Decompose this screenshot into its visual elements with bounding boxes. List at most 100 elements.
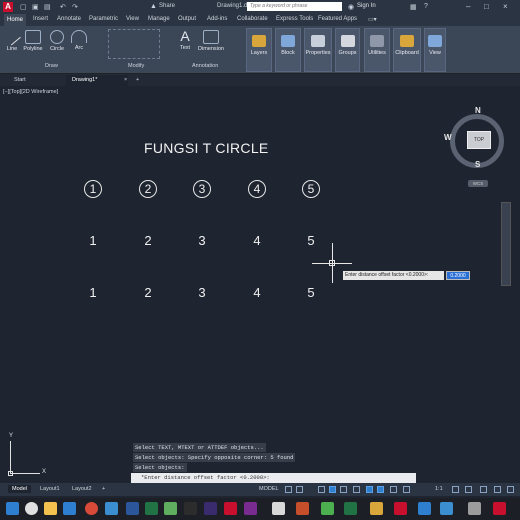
circled-number[interactable]: 1	[84, 180, 102, 198]
annotation-scale[interactable]: 1:1	[431, 485, 447, 493]
layers-button[interactable]: Layers	[246, 28, 272, 72]
arc-tool[interactable]: Arc	[70, 30, 88, 51]
compass-west-label[interactable]: W	[444, 133, 452, 142]
onenote-icon[interactable]	[244, 502, 257, 515]
excel-icon[interactable]	[344, 502, 357, 515]
app-icon[interactable]	[440, 502, 453, 515]
sign-in-button[interactable]: Sign In	[357, 3, 376, 9]
number-text[interactable]: 3	[193, 233, 211, 248]
compass-north-label[interactable]: N	[475, 106, 481, 115]
view-button[interactable]: View	[424, 28, 446, 72]
viewcube-top-face[interactable]: TOP	[467, 131, 491, 149]
snap-icon[interactable]	[296, 486, 303, 493]
file-tab-start[interactable]: Start	[8, 75, 32, 86]
minimize-icon[interactable]: –	[466, 2, 470, 11]
number-text[interactable]: 4	[248, 233, 266, 248]
app-icon[interactable]	[493, 502, 506, 515]
model-space-button[interactable]: MODEL	[255, 485, 283, 493]
number-text[interactable]: 2	[139, 285, 157, 300]
premiere-icon[interactable]	[204, 502, 217, 515]
modify-panel-label[interactable]: Modify	[128, 63, 144, 69]
text-tool[interactable]: A Text	[176, 29, 194, 51]
drawing-title-text[interactable]: FUNGSI T CIRCLE	[144, 140, 269, 156]
tab-add-ins[interactable]: Add-ins	[207, 16, 227, 22]
wcs-menu[interactable]: WCS	[468, 180, 488, 187]
dimension-tool[interactable]: Dimension	[196, 30, 226, 52]
app-logo-icon[interactable]: A	[3, 2, 13, 12]
tab-collaborate[interactable]: Collaborate	[237, 16, 268, 22]
quick-access-new-icon[interactable]: ▢	[20, 3, 27, 11]
annotation-monitor-icon[interactable]	[465, 486, 472, 493]
chrome-icon[interactable]	[85, 502, 98, 515]
share-icon[interactable]: ▲	[150, 3, 157, 10]
number-text[interactable]: 4	[248, 285, 266, 300]
tab-home[interactable]: Home	[4, 14, 27, 26]
file-explorer-icon[interactable]	[44, 502, 57, 515]
excel-icon[interactable]	[145, 502, 158, 515]
share-button[interactable]: Share	[159, 3, 175, 9]
search-input[interactable]: Type a keyword or phrase	[247, 2, 342, 11]
lineweight-icon[interactable]	[377, 486, 384, 493]
utilities-button[interactable]: Utilities	[364, 28, 390, 72]
app-icon[interactable]	[370, 502, 383, 515]
number-text[interactable]: 3	[193, 285, 211, 300]
circled-number[interactable]: 3	[193, 180, 211, 198]
quick-access-undo-icon[interactable]: ↶	[60, 3, 66, 11]
number-text[interactable]: 5	[302, 285, 320, 300]
circled-number[interactable]: 4	[248, 180, 266, 198]
app-icon[interactable]	[272, 502, 285, 515]
number-text[interactable]: 5	[302, 233, 320, 248]
help-icon[interactable]: ?	[424, 3, 428, 10]
compass-south-label[interactable]: S	[475, 160, 480, 169]
tab-output[interactable]: Output	[178, 16, 196, 22]
draw-panel-label[interactable]: Draw	[45, 63, 58, 69]
navigation-bar[interactable]	[501, 202, 511, 286]
quick-access-save-icon[interactable]: ▤	[44, 3, 51, 11]
edge-icon[interactable]	[63, 502, 76, 515]
workspace-gear-icon[interactable]	[452, 486, 459, 493]
store-icon[interactable]	[105, 502, 118, 515]
layout-tab-layout2[interactable]: Layout2	[68, 485, 96, 493]
tab-manage[interactable]: Manage	[148, 16, 170, 22]
osnap-icon[interactable]	[366, 486, 373, 493]
block-button[interactable]: Block	[275, 28, 301, 72]
search-icon[interactable]	[25, 502, 38, 515]
terminal-icon[interactable]	[184, 502, 197, 515]
maximize-icon[interactable]: □	[484, 2, 489, 11]
line-tool[interactable]: Line	[3, 27, 21, 52]
transparency-icon[interactable]	[390, 486, 397, 493]
modify-tools-icon[interactable]	[108, 29, 160, 59]
properties-button[interactable]: Properties	[304, 28, 332, 72]
isolate-objects-icon[interactable]	[480, 486, 487, 493]
powerpoint-icon[interactable]	[296, 502, 309, 515]
clean-screen-icon[interactable]	[494, 486, 501, 493]
ortho-icon[interactable]	[318, 486, 325, 493]
circled-number[interactable]: 5	[302, 180, 320, 198]
autocad-taskbar-icon[interactable]	[224, 502, 237, 515]
tab-insert[interactable]: Insert	[33, 16, 48, 22]
add-layout-icon[interactable]: +	[98, 485, 109, 493]
tab-annotate[interactable]: Annotate	[57, 16, 81, 22]
customization-menu-icon[interactable]	[507, 486, 514, 493]
app-icon[interactable]	[321, 502, 334, 515]
tab-express-tools[interactable]: Express Tools	[276, 16, 313, 22]
tab-view[interactable]: View	[126, 16, 139, 22]
viewport-controls-label[interactable]: [−][Top][2D Wireframe]	[3, 89, 58, 95]
annotation-panel-label[interactable]: Annotation	[192, 63, 218, 69]
otrack-icon[interactable]	[353, 486, 360, 493]
layout-tab-layout1[interactable]: Layout1	[36, 485, 64, 493]
tab-featured-apps[interactable]: Featured Apps	[318, 16, 357, 22]
app-icon[interactable]	[468, 502, 481, 515]
ribbon-toggle-icon[interactable]: ▭▾	[368, 16, 377, 23]
polyline-tool[interactable]: Polyline	[21, 30, 45, 52]
app-icon[interactable]	[418, 502, 431, 515]
dynamic-input-field[interactable]: 0.2000	[446, 271, 470, 280]
command-line-input[interactable]: *Enter distance offset factor <0.2000>:	[131, 473, 416, 483]
start-menu-icon[interactable]	[6, 502, 19, 515]
app-icon[interactable]	[394, 502, 407, 515]
close-icon[interactable]: ×	[503, 2, 508, 11]
circle-tool[interactable]: Circle	[47, 30, 67, 52]
layout-tab-model[interactable]: Model	[8, 485, 31, 493]
circled-number[interactable]: 2	[139, 180, 157, 198]
number-text[interactable]: 1	[84, 285, 102, 300]
